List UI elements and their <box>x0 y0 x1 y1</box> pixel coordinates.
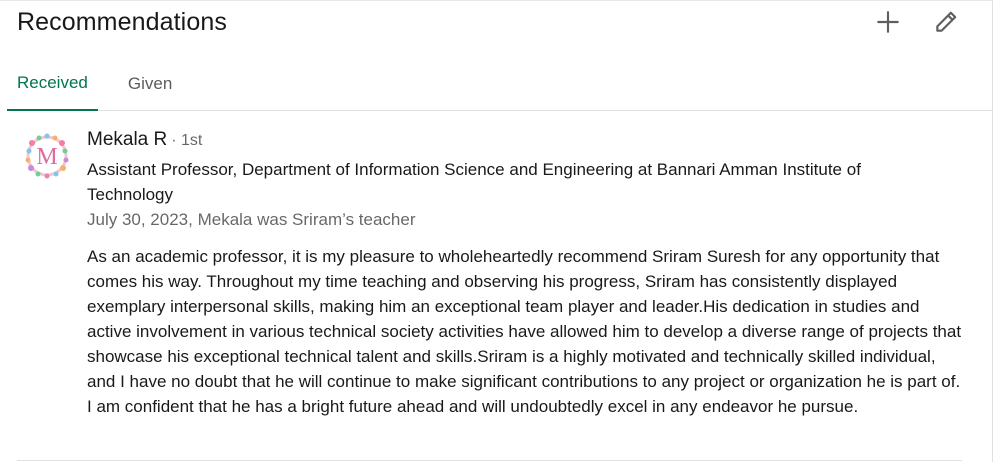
name-line: Mekala R · 1st <box>87 129 962 155</box>
avatar[interactable]: M <box>20 129 74 183</box>
recommendation-text: As an academic professor, it is my pleas… <box>87 247 962 416</box>
edit-recommendations-button[interactable] <box>930 6 962 38</box>
header-actions <box>872 6 962 38</box>
recommendation-tabs: Received Given <box>7 57 992 111</box>
tab-given[interactable]: Given <box>118 57 182 111</box>
tab-received[interactable]: Received <box>7 57 98 111</box>
plus-icon <box>877 11 899 33</box>
floral-monogram-avatar-icon: M <box>20 129 74 183</box>
recommendations-card: Recommendations Received Given M Mekala … <box>0 0 993 462</box>
avatar-letter: M <box>36 144 57 170</box>
connection-degree: · 1st <box>171 132 203 149</box>
recommender-name[interactable]: Mekala R <box>87 129 167 151</box>
recommender-headline: Assistant Professor, Department of Infor… <box>87 160 861 204</box>
add-recommendation-button[interactable] <box>872 6 904 38</box>
section-title: Recommendations <box>17 8 227 36</box>
pencil-icon <box>936 11 957 32</box>
recommendation-body: Mekala R · 1st Assistant Professor, Depa… <box>87 129 962 419</box>
divider <box>17 460 962 461</box>
recommendation-meta: July 30, 2023, Mekala was Sriram’s teach… <box>87 210 416 229</box>
section-header: Recommendations <box>17 8 227 37</box>
